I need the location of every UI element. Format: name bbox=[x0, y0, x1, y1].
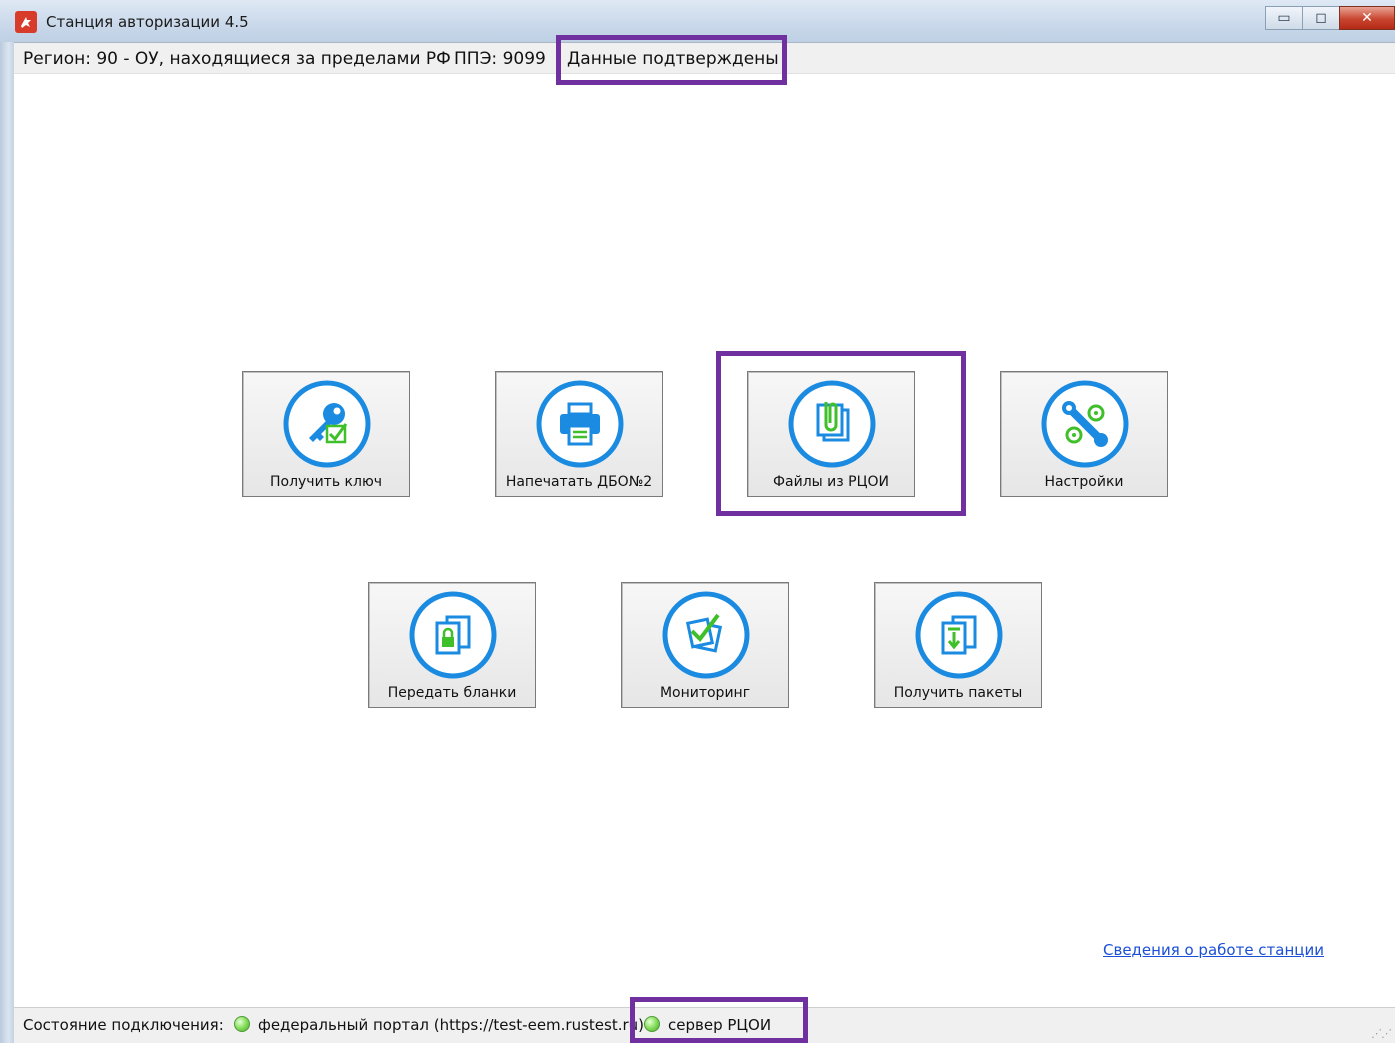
files-from-rcoi-button[interactable]: Файлы из РЦОИ bbox=[747, 371, 915, 497]
get-key-button[interactable]: Получить ключ bbox=[242, 371, 410, 497]
federal-portal-status-text: федеральный портал (https://test-eem.rus… bbox=[258, 1016, 645, 1034]
settings-button[interactable]: Настройки bbox=[1000, 371, 1168, 497]
ppe-text: ППЭ: 9099 bbox=[454, 49, 546, 69]
window-title: Станция авторизации 4.5 bbox=[46, 13, 249, 31]
print-dbo2-button[interactable]: Напечатать ДБО№2 bbox=[495, 371, 663, 497]
window-controls: ▭ ◻ ✕ bbox=[1265, 6, 1395, 32]
region-text: Регион: 90 - ОУ, находящиеся за пределам… bbox=[23, 49, 451, 69]
station-info-link[interactable]: Сведения о работе станции bbox=[1103, 941, 1324, 959]
tile-label: Мониторинг bbox=[659, 685, 751, 701]
tile-label: Напечатать ДБО№2 bbox=[505, 474, 653, 490]
monitoring-button[interactable]: Мониторинг bbox=[621, 582, 789, 708]
checked-documents-icon bbox=[662, 591, 750, 679]
minimize-button[interactable]: ▭ bbox=[1265, 6, 1303, 30]
tile-label: Файлы из РЦОИ bbox=[773, 474, 889, 490]
wrench-settings-icon bbox=[1041, 380, 1129, 468]
key-icon bbox=[283, 380, 371, 468]
tile-label: Настройки bbox=[1044, 474, 1124, 490]
status-bar: Состояние подключения: федеральный порта… bbox=[14, 1007, 1395, 1043]
tile-label: Передать бланки bbox=[387, 685, 517, 701]
resize-grip-icon[interactable]: ⋰⋰ bbox=[1371, 1027, 1392, 1040]
close-button[interactable]: ✕ bbox=[1339, 6, 1395, 30]
tile-label: Получить ключ bbox=[269, 474, 382, 490]
rcoi-server-status-icon bbox=[644, 1016, 660, 1032]
get-packages-button[interactable]: Получить пакеты bbox=[874, 582, 1042, 708]
connection-status-label: Состояние подключения: bbox=[23, 1016, 224, 1034]
rcoi-server-status-text: сервер РЦОИ bbox=[668, 1016, 772, 1034]
locked-documents-icon bbox=[409, 591, 497, 679]
app-window: Станция авторизации 4.5 ▭ ◻ ✕ Регион: 90… bbox=[0, 0, 1395, 1043]
app-icon bbox=[15, 11, 37, 33]
paperclip-files-icon bbox=[788, 380, 876, 468]
printer-icon bbox=[536, 380, 624, 468]
download-package-icon bbox=[915, 591, 1003, 679]
window-frame bbox=[0, 0, 14, 1043]
maximize-button[interactable]: ◻ bbox=[1302, 6, 1340, 30]
title-bar[interactable]: Станция авторизации 4.5 ▭ ◻ ✕ bbox=[0, 0, 1395, 42]
transfer-forms-button[interactable]: Передать бланки bbox=[368, 582, 536, 708]
tile-label: Получить пакеты bbox=[893, 685, 1023, 701]
data-status-text: Данные подтверждены bbox=[567, 49, 779, 69]
federal-portal-status-icon bbox=[234, 1016, 250, 1032]
info-bar: Регион: 90 - ОУ, находящиеся за пределам… bbox=[14, 42, 1395, 74]
